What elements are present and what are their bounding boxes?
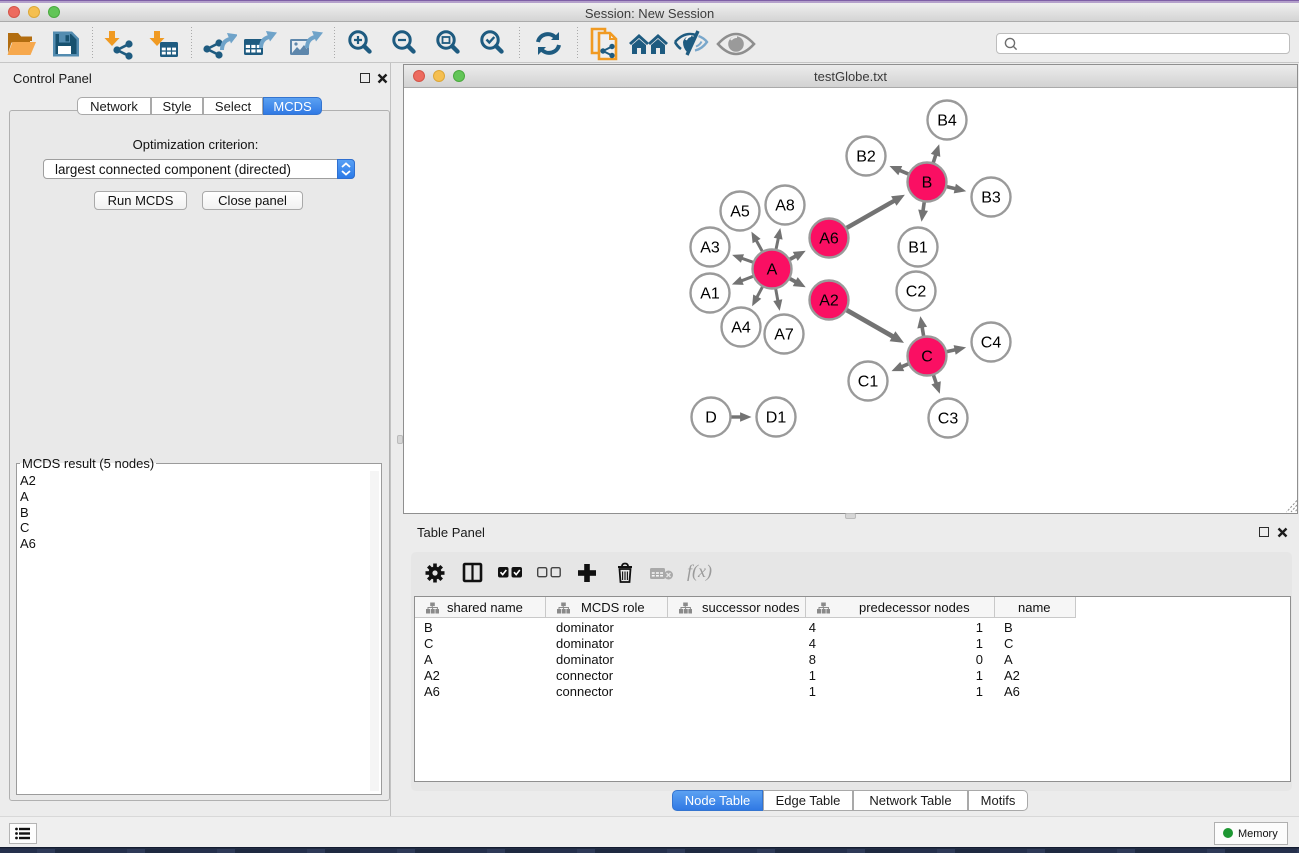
svg-text:C2: C2 xyxy=(906,284,927,301)
svg-text:C4: C4 xyxy=(981,335,1002,352)
svg-text:A8: A8 xyxy=(775,198,795,215)
svg-text:C1: C1 xyxy=(858,374,879,391)
svg-text:A3: A3 xyxy=(700,240,720,257)
svg-text:A6: A6 xyxy=(819,231,839,248)
svg-text:B1: B1 xyxy=(908,240,928,257)
svg-text:B4: B4 xyxy=(937,113,957,130)
svg-text:A: A xyxy=(767,262,778,279)
svg-text:A4: A4 xyxy=(731,320,751,337)
svg-text:A7: A7 xyxy=(774,327,794,344)
svg-text:A2: A2 xyxy=(819,293,839,310)
svg-text:C: C xyxy=(921,349,933,366)
svg-text:B: B xyxy=(922,175,933,192)
svg-text:C3: C3 xyxy=(938,411,959,428)
svg-text:B2: B2 xyxy=(856,149,876,166)
svg-text:D: D xyxy=(705,410,717,427)
svg-text:D1: D1 xyxy=(766,410,787,427)
svg-text:A5: A5 xyxy=(730,204,750,221)
svg-text:A1: A1 xyxy=(700,286,720,303)
svg-text:B3: B3 xyxy=(981,190,1001,207)
